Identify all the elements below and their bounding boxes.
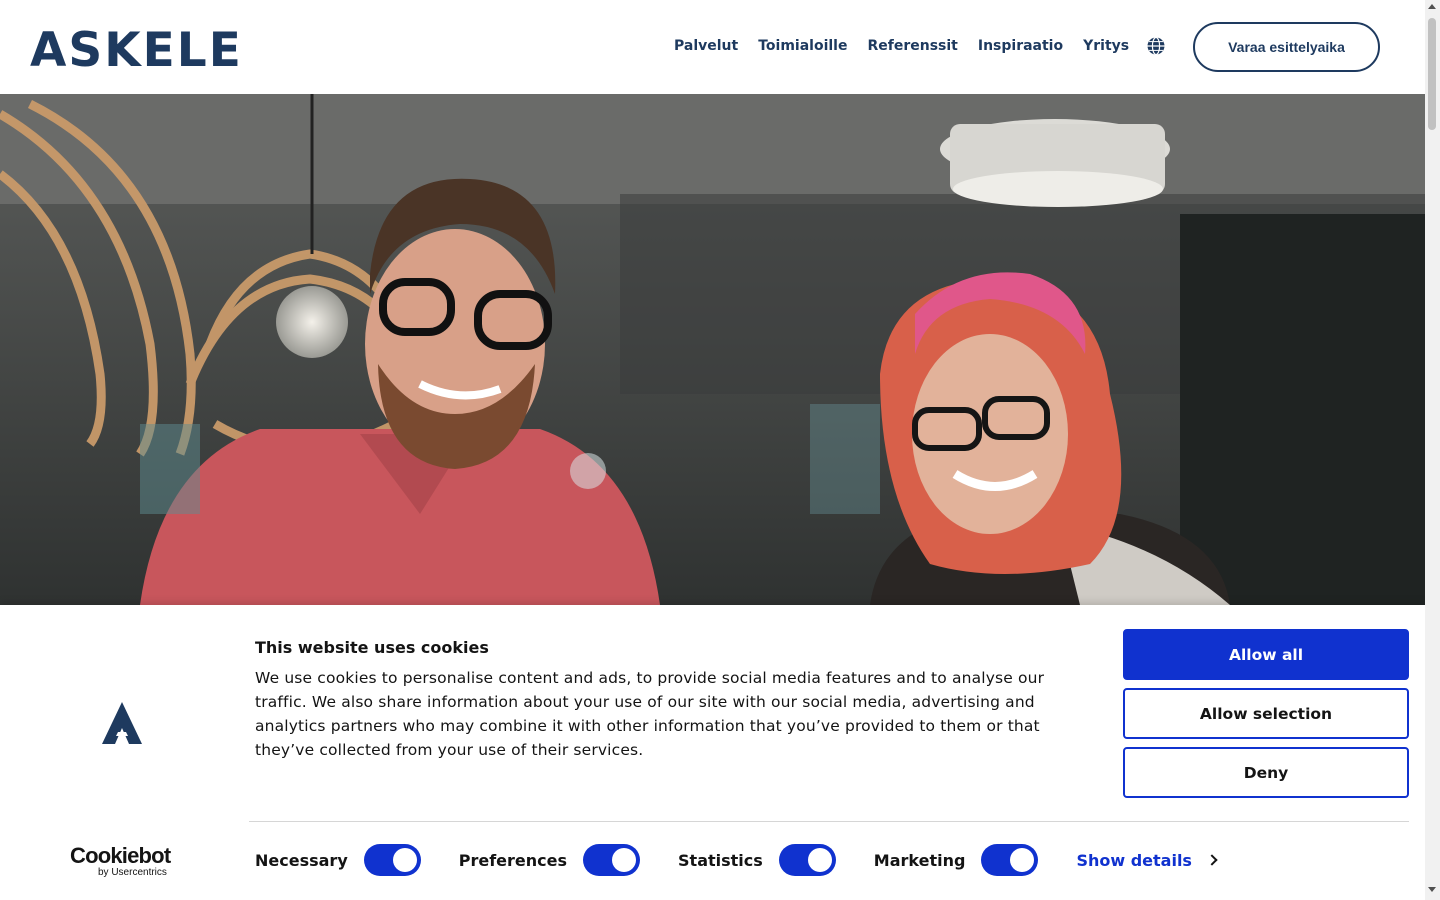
main-nav: Palvelut Toimialoille Referenssit Inspir… xyxy=(674,38,1129,54)
nav-inspiraatio[interactable]: Inspiraatio xyxy=(978,38,1063,54)
toggle-label: Necessary xyxy=(255,850,348,870)
toggle-label: Marketing xyxy=(873,850,966,870)
scroll-down-arrow-icon[interactable] xyxy=(1428,887,1436,892)
toggle-label: Preferences xyxy=(458,850,568,870)
toggle-preferences: Preferences xyxy=(458,844,641,876)
globe-icon[interactable] xyxy=(1146,36,1166,56)
cookie-description: We use cookies to personalise content an… xyxy=(255,669,1045,759)
allow-all-button[interactable]: Allow all xyxy=(1123,629,1409,680)
cookie-banner: This website uses cookies We use cookies… xyxy=(0,605,1425,900)
divider xyxy=(249,821,1409,822)
preferences-switch[interactable] xyxy=(583,844,641,876)
toggle-statistics: Statistics xyxy=(678,844,836,876)
toggle-marketing: Marketing xyxy=(874,844,1039,876)
show-details-link[interactable]: Show details xyxy=(1076,850,1218,870)
nav-toimialoille[interactable]: Toimialoille xyxy=(758,38,847,54)
cookiebot-byline: by Usercentrics xyxy=(98,867,167,878)
allow-selection-button[interactable]: Allow selection xyxy=(1123,688,1409,739)
necessary-switch[interactable] xyxy=(363,844,421,876)
show-details-label: Show details xyxy=(1076,850,1192,870)
askele-a-logo xyxy=(102,702,142,744)
site-header: ASKELE Palvelut Toimialoille Referenssit… xyxy=(0,0,1425,94)
askele-logo[interactable]: ASKELE xyxy=(30,24,242,70)
scrollbar-thumb[interactable] xyxy=(1428,18,1436,130)
cookiebot-name: Cookiebot xyxy=(70,843,171,868)
toggle-necessary: Necessary xyxy=(255,844,421,876)
nav-palvelut[interactable]: Palvelut xyxy=(674,38,738,54)
deny-button[interactable]: Deny xyxy=(1123,747,1409,798)
scroll-up-arrow-icon[interactable] xyxy=(1428,4,1436,9)
nav-yritys[interactable]: Yritys xyxy=(1083,38,1129,54)
consent-toggles: Necessary Preferences Statistics Marketi… xyxy=(255,843,1218,877)
hero-image xyxy=(0,94,1425,605)
statistics-switch[interactable] xyxy=(778,844,836,876)
page-scrollbar[interactable] xyxy=(1425,0,1440,900)
toggle-label: Statistics xyxy=(678,850,763,870)
marketing-switch[interactable] xyxy=(981,844,1039,876)
cookie-title: This website uses cookies xyxy=(255,638,489,657)
svg-text:ASKELE: ASKELE xyxy=(30,24,242,70)
cookiebot-logo[interactable]: Cookiebot by Usercentrics xyxy=(70,845,180,879)
hero-photo xyxy=(0,94,1425,605)
nav-referenssit[interactable]: Referenssit xyxy=(867,38,957,54)
chevron-right-icon xyxy=(1206,854,1218,866)
book-demo-button[interactable]: Varaa esittelyaika xyxy=(1193,22,1380,72)
